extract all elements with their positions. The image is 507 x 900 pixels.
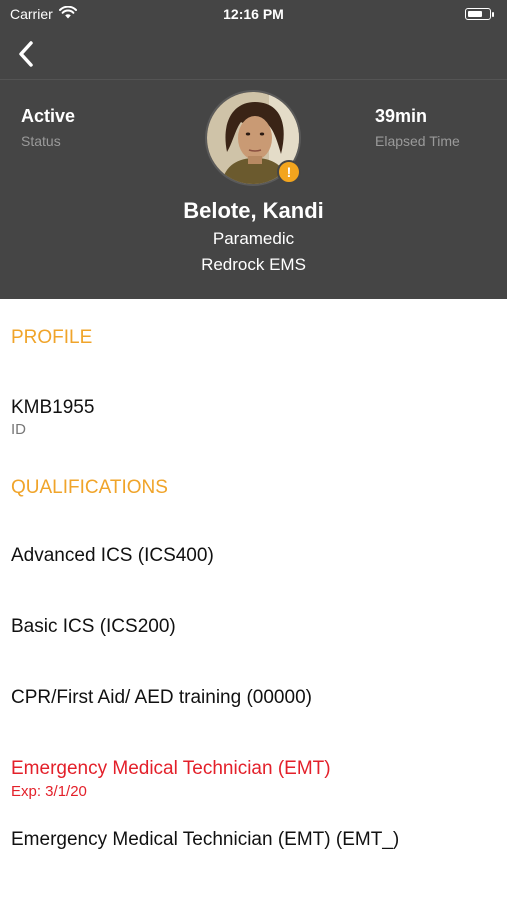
elapsed-time-label: Elapsed Time [375,133,460,149]
profile-header: Carrier 12:16 PM Active Status ! 39min E… [0,0,507,299]
qualification-expiry: Exp: 3/1/20 [11,783,87,800]
nav-bar [0,28,507,80]
battery-level [467,10,482,17]
profile-section-title: PROFILE [11,327,93,348]
id-value: KMB1955 [11,397,95,418]
clock: 12:16 PM [223,6,284,22]
qualification-item[interactable]: CPR/First Aid/ AED training (00000) [11,687,312,709]
id-label: ID [11,421,26,438]
status-label: Status [21,133,61,149]
qualification-item[interactable]: Emergency Medical Technician (EMT) (EMT_… [11,829,399,851]
avatar-container[interactable]: ! [205,90,303,188]
qualification-item-expired[interactable]: Emergency Medical Technician (EMT) [11,758,331,780]
person-role: Paramedic [212,229,295,248]
elapsed-time-value: 39min [375,106,428,126]
qualification-item[interactable]: Basic ICS (ICS200) [11,616,176,638]
person-name: Belote, Kandi [183,198,324,223]
battery-icon [465,8,494,20]
back-button[interactable] [10,36,42,72]
qualifications-section-title: QUALIFICATIONS [11,477,168,498]
status-bar: Carrier 12:16 PM [0,0,507,28]
status-value: Active [21,106,76,126]
chevron-left-icon [19,41,33,67]
qualification-item[interactable]: Advanced ICS (ICS400) [11,545,214,567]
person-organization: Redrock EMS [201,255,306,274]
alert-badge: ! [277,160,301,184]
status-stat: Active Status [21,106,75,149]
elapsed-time-stat: 39min Elapsed Time [375,106,460,149]
